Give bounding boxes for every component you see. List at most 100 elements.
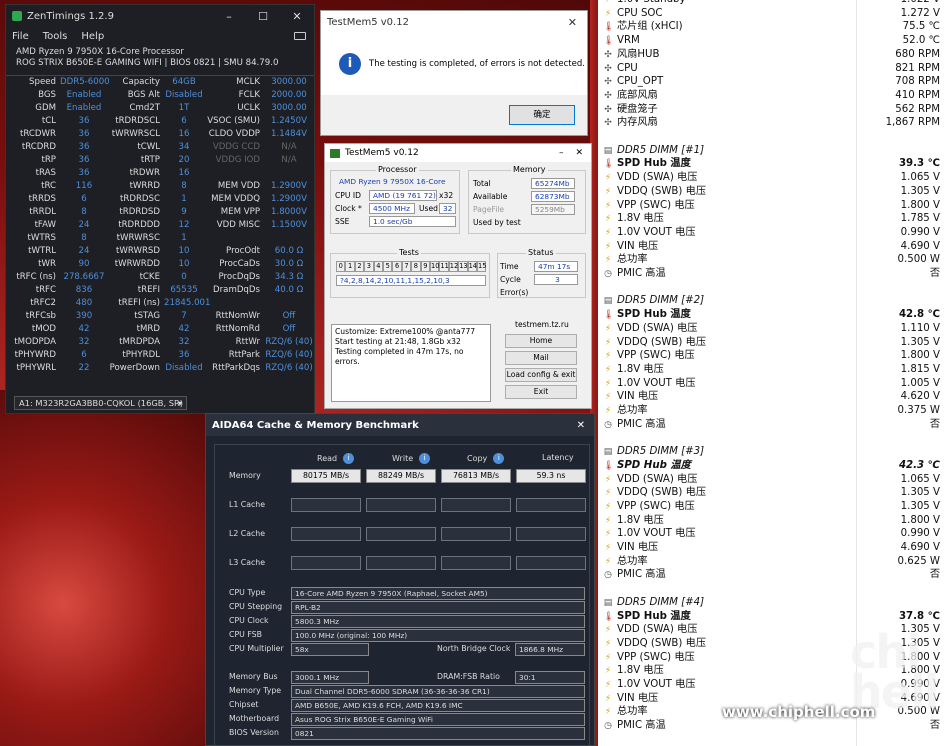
close-icon[interactable]: ✕ <box>577 420 585 431</box>
menu-help[interactable]: Help <box>81 31 104 42</box>
sensor-row[interactable]: ⚡ CPU SOC 1.272 V <box>598 7 950 21</box>
bench-result-cell <box>291 527 361 541</box>
sensor-row[interactable]: ⚡ 总功率 0.500 W <box>598 253 950 267</box>
total-label: Total <box>473 179 491 188</box>
info-icon[interactable]: i <box>493 453 505 464</box>
chiphell-logo: chi hell <box>850 625 939 719</box>
test-cell: 2 <box>354 261 365 272</box>
close-icon[interactable]: ✕ <box>280 10 314 23</box>
ok-button[interactable]: 确定 <box>509 105 575 125</box>
sensor-row[interactable]: 🌡 SPD Hub 温度 39.3 ℃ <box>598 157 950 171</box>
sensor-group-header[interactable]: ▤ DDR5 DIMM [#2] <box>598 294 950 308</box>
bench-row-label: Memory <box>229 471 261 480</box>
latency-header: Latency <box>542 453 574 462</box>
sensor-row[interactable]: ◷ PMIC 高温 否 <box>598 267 950 281</box>
timing-label: tCKE <box>139 272 160 282</box>
sensor-name: VDD (SWA) 电压 <box>617 172 698 184</box>
zentimings-title: ZenTimings 1.2.9 <box>27 10 114 22</box>
sensor-row[interactable]: ⚡ VDD (SWA) 电压 1.065 V <box>598 171 950 185</box>
sensor-row[interactable]: 🌡 芯片组 (xHCI) 75.5 ℃ <box>598 20 950 34</box>
tests-group-label: Tests <box>397 248 421 257</box>
module-selector[interactable]: A1: M323R2GA3BB0-CQKOL (16GB, SR) ▾ <box>14 396 187 410</box>
close-icon[interactable]: ✕ <box>575 148 583 158</box>
sensor-row[interactable]: ✣ 硬盘笼子 562 RPM <box>598 103 950 117</box>
zentimings-window: ZenTimings 1.2.9 – ☐ ✕ File Tools Help A… <box>5 4 315 414</box>
sensor-group-header[interactable]: ▤ DDR5 DIMM [#1] <box>598 144 950 158</box>
sensor-row[interactable]: ⚡ VDD (SWA) 电压 1.065 V <box>598 473 950 487</box>
sensor-row[interactable] <box>598 582 950 596</box>
sensor-row[interactable]: ⚡ VDDQ (SWB) 电压 1.305 V <box>598 486 950 500</box>
info-icon[interactable]: i <box>419 453 431 464</box>
sensor-row[interactable]: ✣ 底部风扇 410 RPM <box>598 89 950 103</box>
menu-file[interactable]: File <box>12 31 29 42</box>
sensor-row[interactable] <box>598 281 950 295</box>
test-progress-cells: 0 1 2 3 4 5 6 7 8 9 10 11 12 13 14 15 <box>336 261 487 272</box>
sensor-row[interactable]: ⚡ 1.8V 电压 1.785 V <box>598 212 950 226</box>
sensor-row[interactable] <box>598 431 950 445</box>
sensor-name: 风扇HUB <box>617 48 660 60</box>
timing-label: tWRWRSC <box>116 233 160 243</box>
sensor-row[interactable]: ✣ CPU_OPT 708 RPM <box>598 75 950 89</box>
sensor-row[interactable]: 🌡 SPD Hub 温度 42.3 ℃ <box>598 459 950 473</box>
sensor-row[interactable]: ⚡ VIN 电压 4.690 V <box>598 240 950 254</box>
fan-icon: ✣ <box>604 104 612 115</box>
cpu-id-value: AMD (19 761 72) <box>369 190 437 201</box>
timing-row: tRRDL 8 tRDRDSD 9 MEM VPP 1.8000V <box>6 207 316 220</box>
home-button[interactable]: Home <box>505 334 577 348</box>
timing-value: 24 <box>78 220 90 230</box>
sensor-row[interactable]: ◷ PMIC 高温 否 <box>598 719 950 733</box>
dialog-close-icon[interactable]: ✕ <box>568 16 577 29</box>
chevron-down-icon: ▾ <box>177 398 182 408</box>
sensor-row[interactable]: ⚡ 1.0V VOUT 电压 1.005 V <box>598 377 950 391</box>
screenshot-camera-icon[interactable] <box>294 32 306 40</box>
sensor-group-header[interactable]: ▤ DDR5 DIMM [#3] <box>598 445 950 459</box>
sensor-row[interactable]: ⚡ 1.0V Standby 1.022 V <box>598 0 950 7</box>
timing-label: tRFC2 <box>30 298 56 308</box>
sensor-row[interactable]: ⚡ VIN 电压 4.690 V <box>598 541 950 555</box>
sensor-row[interactable]: ✣ 内存风扇 1,867 RPM <box>598 116 950 130</box>
read-header: Read i <box>317 453 355 464</box>
sensor-row[interactable]: ◷ PMIC 高温 否 <box>598 568 950 582</box>
sensor-row[interactable]: ⚡ VDDQ (SWB) 电压 1.305 V <box>598 336 950 350</box>
sensor-row[interactable]: ⚡ 总功率 0.625 W <box>598 555 950 569</box>
sensor-row[interactable]: ⚡ VPP (SWC) 电压 1.800 V <box>598 199 950 213</box>
sensor-group-header[interactable]: ▤ DDR5 DIMM [#4] <box>598 596 950 610</box>
timing-label: tRC <box>41 181 56 191</box>
sensor-row[interactable]: ◷ PMIC 高温 否 <box>598 418 950 432</box>
sensor-name: VDDQ (SWB) 电压 <box>617 487 707 499</box>
sensor-row[interactable]: ⚡ 1.8V 电压 1.815 V <box>598 363 950 377</box>
sensor-value: 1.800 V <box>900 350 940 362</box>
menu-tools[interactable]: Tools <box>43 31 68 42</box>
sensor-row[interactable]: ⚡ VDDQ (SWB) 电压 1.305 V <box>598 185 950 199</box>
sensor-value: 1.305 V <box>900 487 940 499</box>
sensor-row[interactable]: 🌡 SPD Hub 温度 37.8 ℃ <box>598 610 950 624</box>
load-config-exit-button[interactable]: Load config & exit <box>505 368 577 382</box>
sensor-row[interactable]: ⚡ VPP (SWC) 电压 1.305 V <box>598 500 950 514</box>
sensor-row[interactable]: ⚡ 1.0V VOUT 电压 0.990 V <box>598 226 950 240</box>
sensor-row[interactable]: ✣ CPU 821 RPM <box>598 62 950 76</box>
minimize-icon[interactable]: – <box>559 148 564 158</box>
exit-button[interactable]: Exit <box>505 385 577 399</box>
info-icon[interactable]: i <box>343 453 355 464</box>
bench-row-label: L1 Cache <box>229 500 266 509</box>
bench-result-cell <box>366 527 436 541</box>
timing-row: tPHYWRD 6 tPHYRDL 36 RttPark RZQ/6 (40) <box>6 350 316 363</box>
timing-row: tMOD 42 tMRD 42 RttNomRd Off <box>6 324 316 337</box>
sensor-row[interactable] <box>598 130 950 144</box>
timing-label: VDD MISC <box>216 220 260 230</box>
sensor-row[interactable]: ⚡ VIN 电压 4.620 V <box>598 390 950 404</box>
sensor-row[interactable]: 🌡 SPD Hub 温度 42.8 ℃ <box>598 308 950 322</box>
sensor-row[interactable]: ⚡ 1.0V VOUT 电压 0.990 V <box>598 527 950 541</box>
sensor-row[interactable]: ⚡ VDD (SWA) 电压 1.110 V <box>598 322 950 336</box>
bench-result-cell: 88249 MB/s <box>366 469 436 483</box>
sensor-row[interactable]: ⚡ 1.8V 电压 1.800 V <box>598 514 950 528</box>
timing-value: RZQ/6 (40) <box>265 350 313 360</box>
minimize-icon[interactable]: – <box>212 10 246 23</box>
sensor-row[interactable]: ⚡ 总功率 0.375 W <box>598 404 950 418</box>
sensor-row[interactable]: 🌡 VRM 52.0 ℃ <box>598 34 950 48</box>
sensor-row[interactable]: ⚡ VPP (SWC) 电压 1.800 V <box>598 349 950 363</box>
maximize-icon[interactable]: ☐ <box>246 10 280 23</box>
sensor-row[interactable]: ✣ 风扇HUB 680 RPM <box>598 48 950 62</box>
testmem-app-icon <box>330 148 340 158</box>
mail-button[interactable]: Mail <box>505 351 577 365</box>
